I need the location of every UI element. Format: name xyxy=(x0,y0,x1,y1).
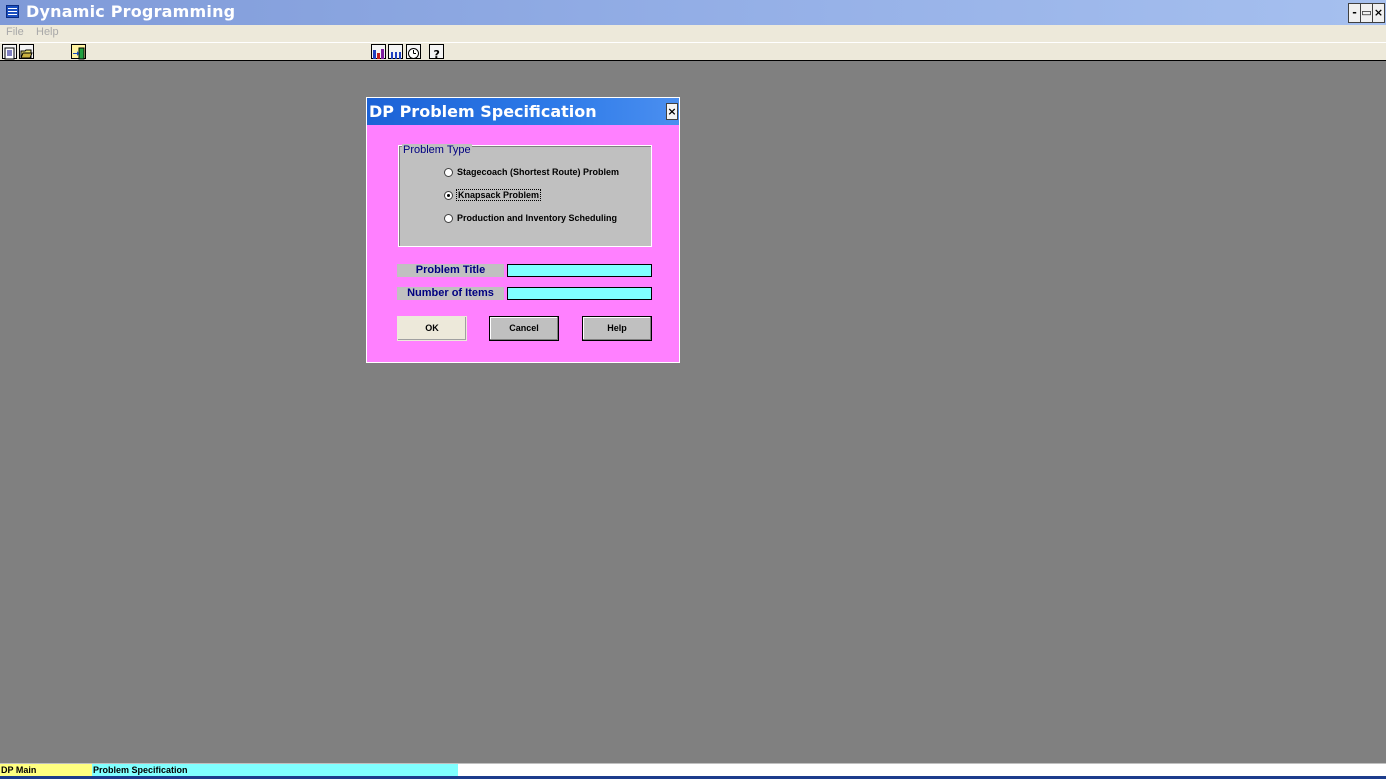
radio-production[interactable]: Production and Inventory Scheduling xyxy=(444,211,618,225)
clock-icon xyxy=(408,48,419,59)
help-button-toolbar[interactable]: ? xyxy=(429,44,444,61)
radio-button[interactable] xyxy=(444,213,453,223)
exit-button[interactable] xyxy=(71,44,86,60)
help-question-icon: ? xyxy=(434,48,440,61)
table-button[interactable] xyxy=(388,44,403,59)
radio-label-knapsack: Knapsack Problem xyxy=(456,189,542,201)
problem-title-input[interactable] xyxy=(507,264,652,277)
exit-icon xyxy=(73,47,85,60)
problem-type-label: Problem Type xyxy=(402,144,472,156)
radio-button[interactable] xyxy=(444,167,453,177)
svg-text:?: ? xyxy=(434,48,440,60)
problem-type-group: Problem Type Stagecoach (Shortest Route)… xyxy=(398,144,652,247)
bar-chart-icon xyxy=(373,49,384,59)
status-bar: DP Main Problem Specification xyxy=(0,763,1386,777)
problem-title-label: Problem Title xyxy=(397,264,504,277)
window-title-bar: Dynamic Programming - ▭ × xyxy=(0,0,1386,25)
open-file-button[interactable] xyxy=(19,44,34,59)
radio-button-selected[interactable] xyxy=(444,190,453,200)
ok-button[interactable]: OK xyxy=(397,316,467,341)
clock-button[interactable] xyxy=(406,44,421,59)
menu-bar: File Help xyxy=(0,25,1386,42)
chart-button[interactable] xyxy=(371,44,386,59)
toolbar: ? xyxy=(0,42,1386,61)
menu-help[interactable]: Help xyxy=(36,26,59,38)
app-title: Dynamic Programming xyxy=(26,2,236,21)
cancel-button[interactable]: Cancel xyxy=(489,316,559,341)
number-of-items-input[interactable] xyxy=(507,287,652,300)
table-icon xyxy=(391,52,401,59)
radio-knapsack[interactable]: Knapsack Problem xyxy=(444,188,542,202)
new-document-icon xyxy=(4,47,15,60)
help-button[interactable]: Help xyxy=(582,316,652,341)
app-window-icon xyxy=(6,5,19,18)
menu-file[interactable]: File xyxy=(6,26,24,38)
number-of-items-label: Number of Items xyxy=(397,287,504,300)
open-folder-icon xyxy=(20,49,33,59)
dialog-close-button[interactable]: × xyxy=(666,103,678,120)
dp-problem-specification-dialog: DP Problem Specification × Problem Type … xyxy=(366,97,680,363)
radio-label-stagecoach: Stagecoach (Shortest Route) Problem xyxy=(457,167,620,177)
new-document-button[interactable] xyxy=(2,44,17,60)
radio-stagecoach[interactable]: Stagecoach (Shortest Route) Problem xyxy=(444,165,620,179)
dialog-title: DP Problem Specification xyxy=(369,102,597,121)
radio-label-production: Production and Inventory Scheduling xyxy=(457,213,618,223)
dialog-title-bar: DP Problem Specification × xyxy=(367,98,679,125)
close-window-button[interactable]: × xyxy=(1372,3,1385,23)
